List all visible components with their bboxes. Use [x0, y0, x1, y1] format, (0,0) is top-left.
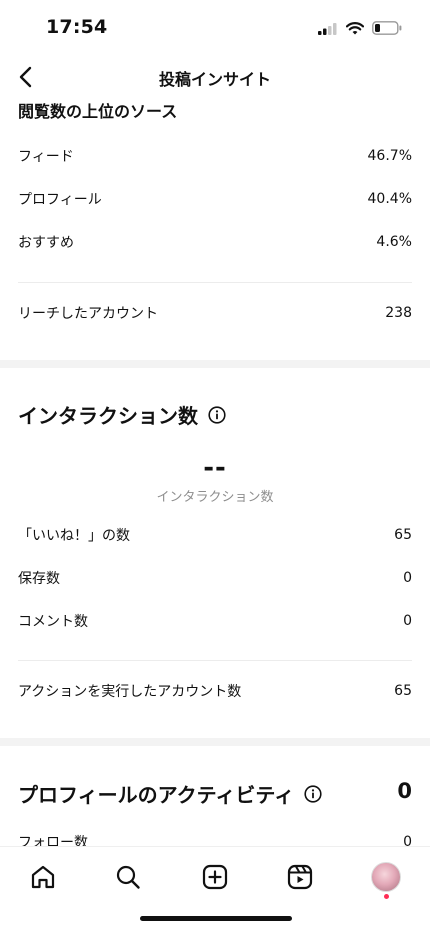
insights-content[interactable]: 閲覧数の上位のソース フィード 46.7% プロフィール 40.4% おすすめ … [0, 98, 430, 846]
home-indicator [140, 916, 292, 921]
row-value: 4.6% [376, 234, 412, 250]
row-label: アクションを実行したアカウント数 [18, 684, 242, 700]
source-row-profile: プロフィール 40.4% [18, 188, 412, 210]
row-label: プロフィール [18, 192, 102, 208]
info-icon[interactable] [304, 784, 322, 803]
battery-icon [372, 20, 402, 39]
status-time: 17:54 [46, 16, 108, 38]
likes-row: 「いいね！」の数 65 [18, 524, 412, 546]
comments-row: コメント数 0 [18, 610, 412, 632]
tab-create[interactable] [195, 857, 235, 897]
create-icon [202, 864, 228, 890]
wifi-icon [345, 20, 365, 39]
row-label: 「いいね！」の数 [18, 528, 130, 544]
tab-profile[interactable] [366, 857, 406, 899]
source-row-recommended: おすすめ 4.6% [18, 231, 412, 253]
row-value: 238 [385, 305, 412, 321]
section-separator [0, 738, 430, 746]
section-separator [0, 360, 430, 368]
tab-home[interactable] [23, 857, 63, 897]
row-value: 65 [394, 683, 412, 699]
row-value: 0 [403, 834, 412, 846]
row-label: フィード [18, 149, 74, 165]
row-value: 65 [394, 527, 412, 543]
divider [18, 660, 412, 661]
row-label: リーチしたアカウント [18, 306, 158, 322]
divider [18, 282, 412, 283]
avatar [371, 862, 401, 892]
interactions-metric-label: インタラクション数 [156, 490, 274, 505]
bottom-tab-bar [0, 846, 430, 931]
signal-icon [318, 20, 338, 39]
tab-search[interactable] [108, 857, 148, 897]
interactions-metric-value: -- [203, 453, 227, 483]
status-icons [318, 20, 402, 39]
row-value: 0 [403, 613, 412, 629]
info-icon[interactable] [208, 405, 226, 424]
profile-activity-title-text: プロフィールのアクティビティ [18, 783, 295, 807]
interactions-title-text: インタラクション数 [18, 404, 198, 428]
source-row-feed: フィード 46.7% [18, 145, 412, 167]
tab-reels[interactable] [280, 857, 320, 897]
page-title: 投稿インサイト [158, 70, 271, 89]
row-label: おすすめ [18, 235, 74, 251]
profile-activity-value: 0 [397, 779, 412, 803]
accounts-engaged-row: アクションを実行したアカウント数 65 [18, 680, 412, 702]
home-icon [31, 865, 55, 889]
status-bar: 17:54 [0, 0, 430, 56]
profile-activity-section-title: プロフィールのアクティビティ [18, 779, 322, 808]
search-icon [116, 865, 140, 889]
row-value: 46.7% [367, 148, 412, 164]
notification-dot [384, 894, 389, 899]
sources-section-title: 閲覧数の上位のソース [18, 102, 178, 121]
saves-row: 保存数 0 [18, 567, 412, 589]
row-label: 保存数 [18, 571, 60, 587]
follows-row: フォロー数 0 [18, 831, 412, 846]
row-value: 0 [403, 570, 412, 586]
row-label: フォロー数 [18, 835, 88, 846]
reels-icon [287, 864, 313, 890]
interactions-section-title: インタラクション数 [18, 400, 226, 429]
reach-row: リーチしたアカウント 238 [18, 302, 412, 324]
row-value: 40.4% [367, 191, 412, 207]
row-label: コメント数 [18, 614, 88, 630]
header: 投稿インサイト [0, 56, 430, 98]
